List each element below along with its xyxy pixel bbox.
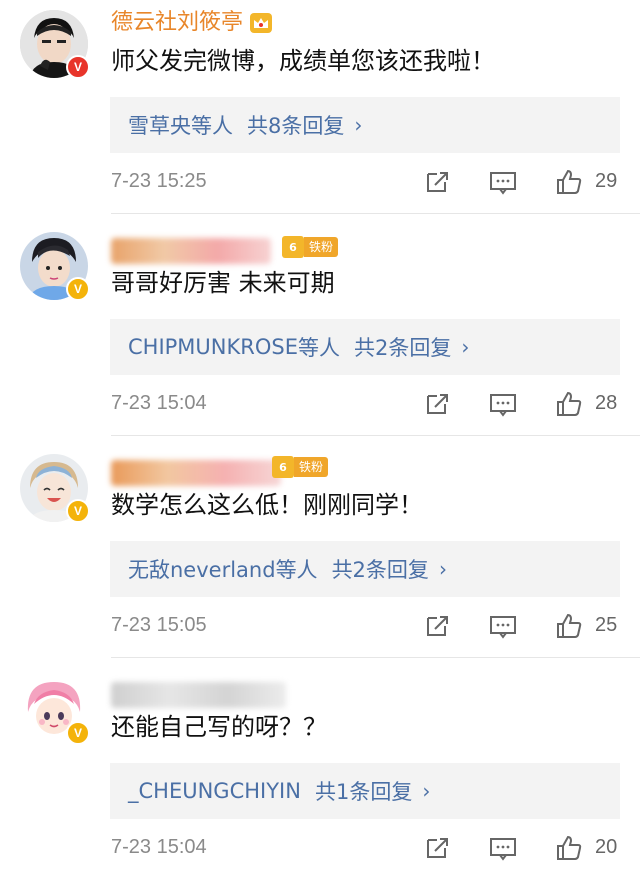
comment-icon[interactable] (489, 390, 517, 418)
like-count: 28 (595, 392, 618, 414)
chevron-right-icon: › (438, 557, 447, 581)
like-icon[interactable] (555, 390, 583, 418)
comment-icon[interactable] (489, 612, 517, 640)
like-icon[interactable] (555, 612, 583, 640)
divider (111, 657, 640, 658)
reply-count[interactable]: 共2条回复 (332, 554, 429, 584)
fan-level-icon: 6 (282, 236, 304, 258)
reply-users[interactable]: 无敌neverland (128, 554, 276, 584)
chevron-right-icon: › (354, 113, 363, 137)
comment-meta: 7-23 15:25 29 (111, 160, 631, 206)
share-icon[interactable] (423, 168, 451, 196)
username-redacted[interactable] (111, 460, 281, 486)
avatar[interactable]: V (20, 232, 90, 301)
comment-text: 还能自己写的呀？？ (111, 713, 327, 741)
divider (111, 435, 640, 436)
timestamp: 7-23 15:04 (111, 836, 207, 858)
reply-count[interactable]: 共1条回复 (315, 776, 412, 806)
fan-level-icon: 6 (272, 456, 294, 478)
replies-preview[interactable]: CHIPMUNKROSE 等人 共2条回复 › (110, 319, 620, 375)
reply-count[interactable]: 共8条回复 (247, 110, 344, 140)
like-icon[interactable] (555, 834, 583, 862)
comment-text: 师父发完微博，成绩单您该还我啦！ (111, 47, 495, 75)
replies-preview[interactable]: 无敌neverland 等人 共2条回复 › (110, 541, 620, 597)
fan-badge: 6 铁粉 (272, 456, 329, 478)
verified-badge-icon: V (66, 721, 90, 745)
like-icon[interactable] (555, 168, 583, 196)
reply-users[interactable]: _CHEUNGCHIYIN (128, 779, 301, 803)
divider (111, 213, 640, 214)
reply-users-suffix: 等人 (275, 558, 318, 582)
comment-item: V 德云社刘筱亭 师父发完微博，成绩单您该还我啦！ 雪草央 等人 共8条回复 ›… (0, 0, 640, 221)
verified-badge-icon: V (66, 277, 90, 301)
timestamp: 7-23 15:04 (111, 392, 207, 414)
comment-text: 哥哥好厉害 未来可期 (111, 269, 335, 297)
comment-item: V 6 铁粉 数学怎么这么低！刚刚同学！ 无敌neverland 等人 共2条回… (0, 444, 640, 665)
avatar[interactable]: V (20, 10, 90, 79)
fan-label: 铁粉 (304, 237, 339, 257)
username-redacted[interactable] (111, 238, 271, 264)
comment-text: 数学怎么这么低！刚刚同学！ (111, 491, 423, 519)
chevron-right-icon: › (461, 335, 470, 359)
comment-icon[interactable] (489, 168, 517, 196)
share-icon[interactable] (423, 390, 451, 418)
fan-badge: 6 铁粉 (282, 236, 339, 258)
reply-users[interactable]: 雪草央 (128, 110, 191, 140)
avatar[interactable]: V (20, 454, 90, 523)
crown-icon (250, 13, 273, 33)
like-count: 25 (595, 614, 618, 636)
like-count: 29 (595, 170, 618, 192)
replies-preview[interactable]: _CHEUNGCHIYIN 共1条回复 › (110, 763, 620, 819)
reply-users[interactable]: CHIPMUNKROSE (128, 335, 298, 359)
reply-users-suffix: 等人 (191, 114, 233, 138)
verified-badge-icon: V (66, 55, 90, 79)
reply-users-suffix: 等人 (298, 336, 340, 360)
username[interactable]: 德云社刘筱亭 (111, 8, 273, 38)
avatar[interactable]: V (20, 676, 90, 745)
timestamp: 7-23 15:05 (111, 614, 207, 636)
comment-icon[interactable] (489, 834, 517, 862)
comment-item: V 6 铁粉 哥哥好厉害 未来可期 CHIPMUNKROSE 等人 共2条回复 … (0, 222, 640, 443)
chevron-right-icon: › (422, 779, 431, 803)
username-text[interactable]: 德云社刘筱亭 (111, 8, 243, 38)
share-icon[interactable] (423, 834, 451, 862)
timestamp: 7-23 15:25 (111, 170, 207, 192)
fan-label: 铁粉 (294, 457, 329, 477)
comment-meta: 7-23 15:04 20 (111, 826, 631, 872)
share-icon[interactable] (423, 612, 451, 640)
replies-preview[interactable]: 雪草央 等人 共8条回复 › (110, 97, 620, 153)
verified-badge-icon: V (66, 499, 90, 523)
reply-count[interactable]: 共2条回复 (354, 332, 451, 362)
comment-item: V 还能自己写的呀？？ _CHEUNGCHIYIN 共1条回复 › 7-23 1… (0, 666, 640, 887)
like-count: 20 (595, 836, 618, 858)
comment-meta: 7-23 15:05 25 (111, 604, 631, 650)
username-redacted[interactable] (111, 682, 286, 708)
comment-meta: 7-23 15:04 28 (111, 382, 631, 428)
